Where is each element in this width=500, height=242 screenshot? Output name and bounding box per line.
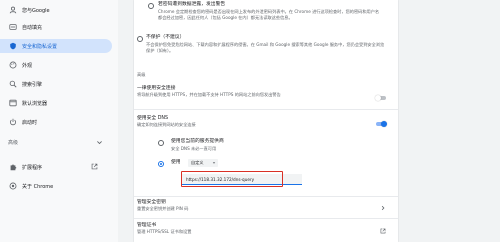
sidebar-item-label: 自动填充 [22,24,43,31]
palette-icon [8,61,17,70]
sidebar-item-label: 关于 Chrome [22,183,54,190]
custom-provider-radio[interactable] [158,161,164,167]
privacy-settings-card: 若密码遭到数据泄露，发出警告 Chrome 会定期检查您的密码是否出现在网上发布… [134,0,398,242]
manage-security-keys-description: 重置安全密钥并创建 PIN 码 [137,206,189,211]
sidebar-item-label: 搜索引擎 [22,81,43,88]
sidebar-item-autofill[interactable]: 自动填充 [0,20,112,34]
current-provider-description: 安全 DNS 未必一直可用 [171,146,217,151]
settings-sidebar: 您与Google 自动填充 安全和隐私设置 外观 搜索引擎 默认浏览器 启动时 … [0,0,118,242]
section-divider [134,196,398,197]
power-icon [8,118,17,127]
sidebar-item-label: 外观 [22,62,33,69]
https-only-toggle[interactable] [375,95,387,101]
external-link-icon [91,163,98,170]
sidebar-item-label: 您与Google [22,7,50,14]
advanced-heading: 高级 [137,72,146,77]
no-protection-title: 不保护（不建议） [146,35,185,40]
sidebar-item-label: 扩展程序 [22,164,43,171]
puzzle-icon [8,163,17,172]
person-icon [8,6,17,15]
sidebar-item-default-browser[interactable]: 默认浏览器 [0,96,112,110]
https-only-description: 将导航升级到使用 HTTPS，并在加载不支持 HTTPS 的网站之前向您发出警告 [137,92,281,97]
autofill-icon [8,23,17,32]
sidebar-item-privacy-security[interactable]: 安全和隐私设置 [0,39,112,53]
sidebar-item-label: 安全和隐私设置 [22,43,58,50]
no-protection-radio[interactable] [137,36,143,42]
dropdown-arrow-icon [212,162,216,164]
custom-provider-label: 使用 [171,160,181,165]
sidebar-item-extensions[interactable]: 扩展程序 [0,160,112,174]
leak-warning-title: 若密码遭到数据泄露，发出警告 [158,2,226,7]
current-provider-title: 使用您当前的服务提供商 [171,139,224,144]
shield-icon [8,42,17,51]
browser-icon [8,99,17,108]
section-divider [134,109,398,110]
search-icon [8,80,17,89]
sidebar-item-search-engine[interactable]: 搜索引擎 [0,77,112,91]
sidebar-item-label: 启动时 [22,119,38,126]
chrome-icon [8,182,17,191]
secure-dns-toggle[interactable] [375,121,387,127]
dns-provider-select[interactable]: 自定义 [188,159,218,167]
section-divider [134,218,398,219]
chevron-right-icon[interactable] [380,205,386,211]
manage-certificates-description: 管理 HTTPS/SSL 证书和设置 [137,229,192,234]
secure-dns-description: 确定如何连接到网站的安全连接 [137,122,196,127]
leak-warning-description: Chrome 会定期检查您的密码是否出现在网上发布的外泄密码列表中。在 Chro… [158,9,380,20]
sidebar-advanced-label: 高级 [8,140,19,146]
current-provider-radio[interactable] [158,140,164,146]
sidebar-item-label: 默认浏览器 [22,100,48,107]
leak-warning-radio[interactable] [148,3,154,9]
no-protection-description: 不会保护您免受危险网站、下载内容和扩展程序的侵害。在 Gmail 和 Googl… [146,42,385,53]
sidebar-item-appearance[interactable]: 外观 [0,58,112,72]
dns-provider-select-value: 自定义 [191,160,204,165]
external-link-icon[interactable] [380,228,386,234]
sidebar-advanced-toggle[interactable]: 高级 [8,139,103,146]
url-highlight-box [181,171,283,187]
sidebar-item-on-startup[interactable]: 启动时 [0,115,112,129]
sidebar-item-you-and-google[interactable]: 您与Google [0,3,112,17]
sidebar-item-about-chrome[interactable]: 关于 Chrome [0,179,112,193]
chevron-down-icon [97,141,102,145]
